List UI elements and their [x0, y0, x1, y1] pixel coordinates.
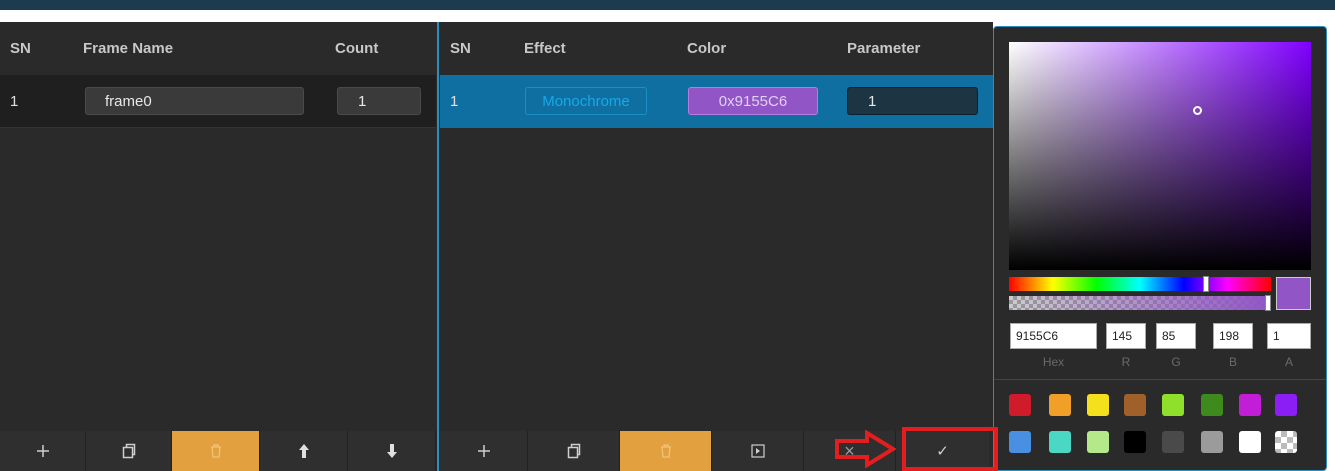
- color-picker: 9155C6 145 85 198 1 Hex R G B A: [993, 26, 1327, 471]
- header-color: Color: [687, 40, 727, 57]
- color-swatch[interactable]: [1124, 431, 1146, 453]
- frame-count-field[interactable]: 1: [337, 87, 421, 115]
- delete-icon: [210, 444, 221, 458]
- header-effect: Effect: [524, 40, 566, 57]
- blue-label: B: [1228, 355, 1237, 369]
- color-swatch[interactable]: [1049, 431, 1071, 453]
- plus-icon: [36, 445, 49, 457]
- delete-frame-button[interactable]: [172, 431, 260, 471]
- move-up-button[interactable]: [260, 431, 348, 471]
- hue-handle[interactable]: [1203, 276, 1209, 292]
- color-preview: [1276, 277, 1311, 310]
- red-input[interactable]: 145: [1106, 323, 1146, 349]
- annotation-highlight-box: [902, 427, 998, 471]
- effect-sn: 1: [450, 93, 459, 110]
- color-swatch[interactable]: [1009, 431, 1031, 453]
- frames-toolbar: [0, 431, 436, 471]
- preview-icon: [750, 444, 765, 458]
- top-margin: [0, 10, 1335, 22]
- color-swatch[interactable]: [1124, 394, 1146, 416]
- color-swatch[interactable]: [1162, 394, 1184, 416]
- color-swatch[interactable]: [1087, 431, 1109, 453]
- copy-effect-button[interactable]: [528, 431, 620, 471]
- delete-effect-button[interactable]: [620, 431, 712, 471]
- move-up-icon: [298, 444, 309, 458]
- green-label: G: [1171, 355, 1181, 369]
- copy-icon: [122, 443, 135, 459]
- frame-sn: 1: [10, 93, 19, 110]
- color-swatch[interactable]: [1009, 394, 1031, 416]
- color-swatch[interactable]: [1239, 394, 1261, 416]
- move-down-icon: [386, 444, 397, 458]
- color-swatch[interactable]: [1201, 431, 1223, 453]
- parameter-field[interactable]: 1: [847, 87, 978, 115]
- hex-input[interactable]: 9155C6: [1010, 323, 1097, 349]
- add-effect-button[interactable]: [440, 431, 528, 471]
- delete-icon: [660, 444, 671, 458]
- color-swatch[interactable]: [1275, 394, 1297, 416]
- color-swatch[interactable]: [1087, 394, 1109, 416]
- copy-frame-button[interactable]: [86, 431, 172, 471]
- header-count: Count: [335, 40, 379, 57]
- effects-panel: SN Effect Color Parameter 1 Monochrome 0…: [440, 22, 993, 471]
- hue-slider[interactable]: [1009, 276, 1271, 292]
- alpha-label: A: [1284, 355, 1293, 369]
- frames-panel: SN Frame Name Count 1 frame0 1: [0, 22, 436, 471]
- top-bar: [0, 0, 1335, 10]
- color-swatch[interactable]: [1275, 431, 1297, 453]
- effect-row[interactable]: 1 Monochrome 0x9155C6 1: [440, 75, 993, 128]
- move-down-button[interactable]: [348, 431, 436, 471]
- picker-divider: [994, 379, 1326, 380]
- add-frame-button[interactable]: [0, 431, 86, 471]
- header-sn: SN: [450, 40, 471, 57]
- frame-row[interactable]: 1 frame0 1: [0, 75, 436, 128]
- header-frame-name: Frame Name: [83, 40, 174, 57]
- header-sn: SN: [10, 40, 31, 57]
- color-swatch[interactable]: [1239, 431, 1261, 453]
- alpha-input[interactable]: 1: [1267, 323, 1311, 349]
- green-input[interactable]: 85: [1156, 323, 1196, 349]
- alpha-handle[interactable]: [1265, 295, 1271, 311]
- annotation-arrow-icon: [835, 430, 896, 468]
- color-cursor[interactable]: [1193, 106, 1202, 115]
- header-parameter: Parameter: [847, 40, 921, 57]
- plus-icon: [477, 445, 490, 457]
- color-swatch[interactable]: [1162, 431, 1184, 453]
- blue-input[interactable]: 198: [1213, 323, 1253, 349]
- alpha-slider[interactable]: [1009, 295, 1271, 311]
- effect-select[interactable]: Monochrome: [525, 87, 647, 115]
- color-swatch[interactable]: [1201, 394, 1223, 416]
- saturation-value-area[interactable]: [1009, 42, 1311, 270]
- color-field[interactable]: 0x9155C6: [688, 87, 818, 115]
- hex-label: Hex: [1042, 355, 1065, 369]
- copy-icon: [567, 443, 580, 459]
- color-swatch[interactable]: [1049, 394, 1071, 416]
- preview-effect-button[interactable]: [712, 431, 804, 471]
- frame-name-field[interactable]: frame0: [85, 87, 304, 115]
- red-label: R: [1121, 355, 1131, 369]
